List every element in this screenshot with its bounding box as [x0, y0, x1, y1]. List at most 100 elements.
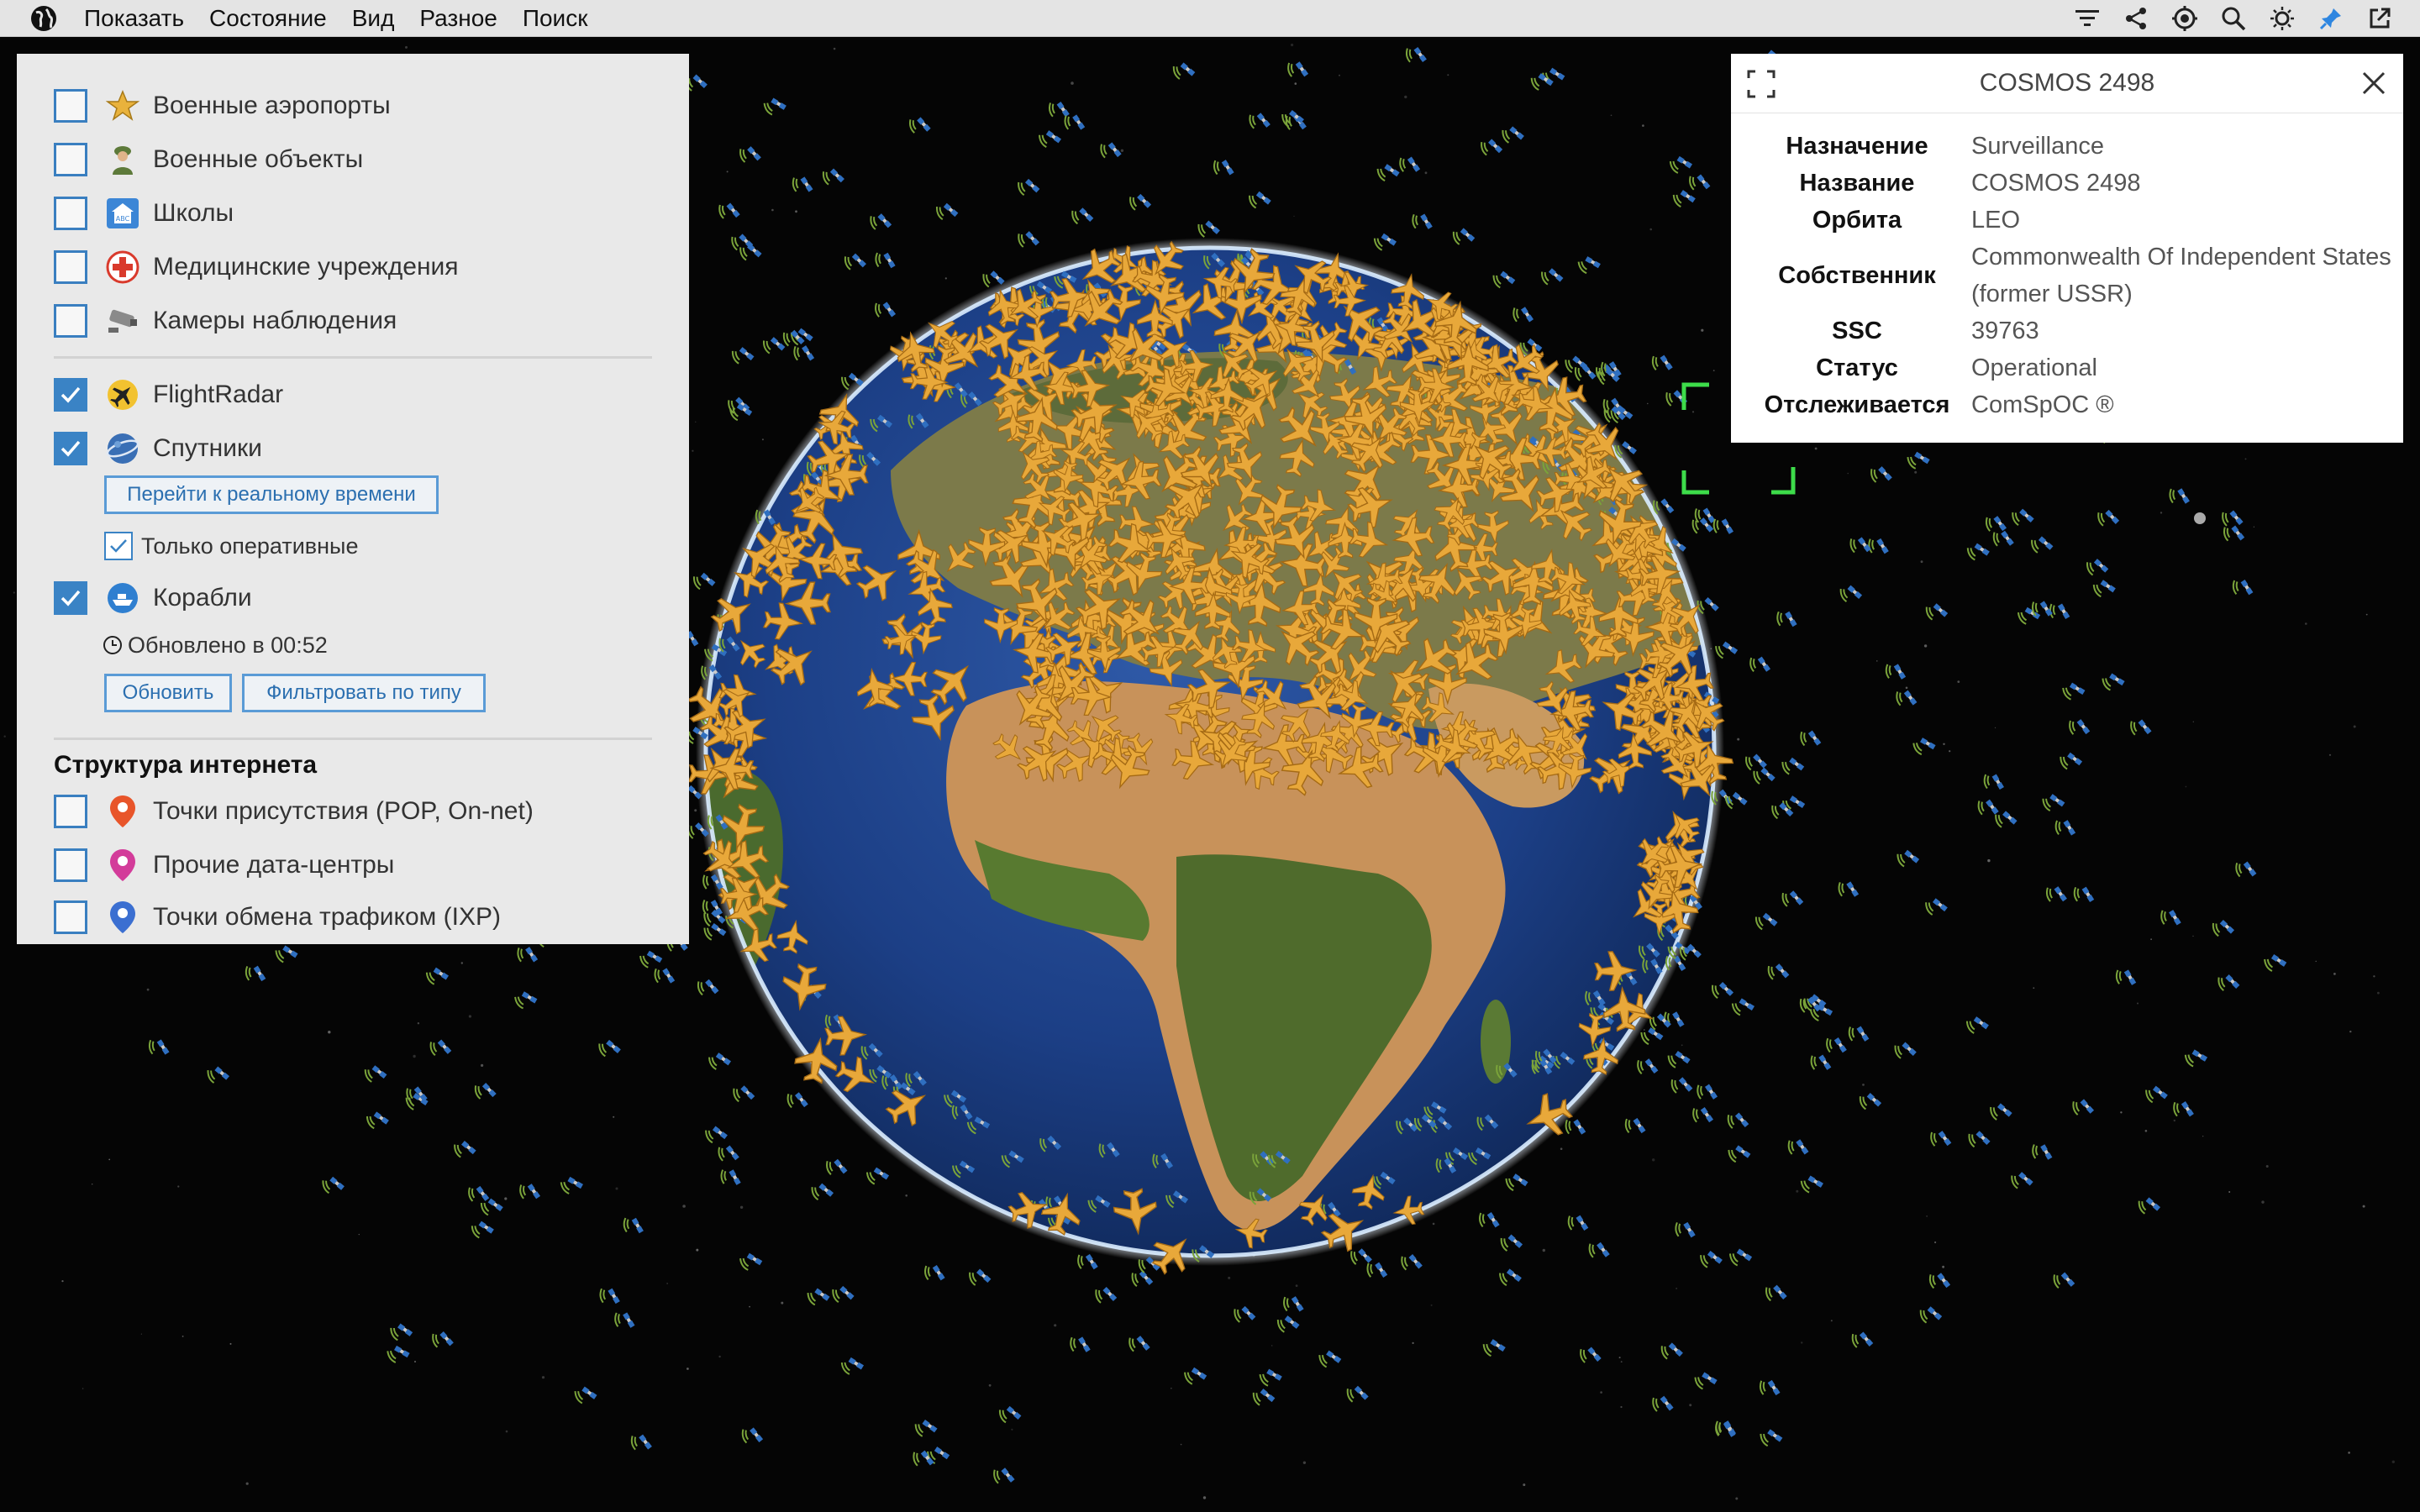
layer-checkbox[interactable] — [54, 197, 87, 230]
star — [1560, 1147, 1563, 1150]
layer-ships[interactable]: Корабли — [54, 578, 252, 618]
menu-state[interactable]: Состояние — [209, 5, 327, 32]
menu-search[interactable]: Поиск — [523, 5, 588, 32]
operational-only-checkbox[interactable] — [104, 532, 133, 560]
info-key: Назначение — [1786, 133, 1928, 160]
star — [1339, 74, 1340, 76]
filter-icon[interactable] — [2072, 3, 2102, 34]
star — [1862, 1084, 1865, 1086]
star — [988, 1383, 992, 1387]
updated-status: Обновлено в 00:52 — [103, 628, 328, 662]
star — [771, 208, 774, 212]
pin-icon[interactable] — [2316, 3, 2346, 34]
layer-checkbox[interactable] — [54, 89, 87, 123]
soldier-icon — [104, 141, 141, 178]
star — [2305, 622, 2307, 625]
star — [182, 1336, 184, 1337]
info-row: SSC 39763 — [1748, 312, 2391, 349]
layer-checkbox-checked[interactable] — [54, 432, 87, 465]
star — [1994, 727, 1996, 728]
star — [61, 1280, 64, 1283]
star — [481, 1063, 484, 1067]
filter-by-type-button[interactable]: Фильтровать по типу — [242, 674, 486, 712]
star — [1610, 114, 1612, 117]
layer-military-objects[interactable]: Военные объекты — [54, 139, 363, 180]
operational-only-option[interactable]: Только оперативные — [104, 526, 358, 566]
star — [2261, 1200, 2265, 1204]
star — [2349, 1030, 2352, 1033]
star — [2228, 1191, 2231, 1193]
star — [1942, 1265, 1945, 1268]
fullscreen-icon[interactable] — [1746, 69, 1776, 99]
star — [1054, 1324, 1057, 1327]
svg-text:ABC: ABC — [116, 215, 130, 223]
star — [2365, 613, 2368, 616]
star — [1796, 1189, 1799, 1193]
layer-checkbox[interactable] — [54, 795, 87, 828]
star — [726, 171, 729, 173]
star — [615, 1187, 618, 1190]
menu-misc[interactable]: Разное — [419, 5, 497, 32]
star — [358, 1233, 360, 1236]
layer-medical[interactable]: Медицинские учреждения — [54, 247, 459, 287]
layer-checkbox[interactable] — [54, 848, 87, 882]
star — [2144, 1130, 2148, 1132]
location-pin-icon — [104, 899, 141, 936]
star — [1712, 370, 1715, 371]
menu-show[interactable]: Показать — [84, 5, 184, 32]
info-title: COSMOS 2498 — [1979, 69, 2155, 97]
info-row: Отслеживается ComSpOC ® — [1748, 386, 2391, 423]
info-key: Название — [1799, 170, 1915, 197]
location-pin-icon — [104, 793, 141, 830]
star — [1801, 1341, 1803, 1344]
close-icon[interactable] — [2360, 69, 2388, 97]
layer-checkbox-checked[interactable] — [54, 378, 87, 412]
star — [1432, 1222, 1435, 1226]
star — [1701, 328, 1704, 332]
locate-icon[interactable] — [2170, 3, 2200, 34]
star — [692, 449, 694, 452]
star — [1120, 149, 1124, 152]
go-to-realtime-button[interactable]: Перейти к реальному времени — [104, 475, 439, 514]
star — [1847, 472, 1849, 475]
layer-schools[interactable]: ABC Школы — [54, 193, 234, 234]
layer-checkbox[interactable] — [54, 143, 87, 176]
star — [541, 1376, 545, 1379]
layer-checkbox[interactable] — [54, 900, 87, 934]
layer-flightradar[interactable]: FlightRadar — [54, 375, 283, 415]
layer-satellites[interactable]: Спутники — [54, 428, 262, 469]
layer-checkbox[interactable] — [54, 304, 87, 338]
info-key: Орбита — [1812, 207, 1902, 234]
layer-other-datacenters[interactable]: Прочие дата-центры — [54, 845, 394, 885]
layer-pop-points[interactable]: Точки присутствия (POP, On-net) — [54, 791, 534, 832]
layer-military-airports[interactable]: Военные аэропорты — [54, 86, 391, 126]
star — [1923, 644, 1928, 648]
star — [177, 1185, 180, 1188]
star — [1071, 81, 1074, 85]
star — [413, 1054, 416, 1058]
layer-checkbox[interactable] — [54, 250, 87, 284]
layer-label: Спутники — [153, 434, 262, 462]
star — [505, 1430, 508, 1433]
layer-checkbox-checked[interactable] — [54, 581, 87, 615]
star — [687, 1368, 689, 1370]
star — [1180, 1443, 1182, 1446]
refresh-button[interactable]: Обновить — [104, 674, 232, 712]
layer-cameras[interactable]: Камеры наблюдения — [54, 301, 397, 341]
globe-logo-icon[interactable] — [25, 0, 62, 37]
brightness-icon[interactable] — [2267, 3, 2297, 34]
star — [2315, 960, 2317, 963]
info-row: Орбита LEO — [1748, 202, 2391, 239]
star — [2333, 973, 2336, 975]
menu-view[interactable]: Вид — [352, 5, 395, 32]
star — [1689, 1404, 1692, 1407]
share-icon[interactable] — [2121, 3, 2151, 34]
layer-ixp[interactable]: Точки обмена трафиком (IXP) — [54, 897, 501, 937]
external-link-icon[interactable] — [2365, 3, 2395, 34]
star — [1957, 680, 1960, 683]
star — [1291, 43, 1294, 47]
star — [1814, 447, 1818, 450]
search-icon[interactable] — [2218, 3, 2249, 34]
star — [2377, 991, 2380, 995]
layers-panel: Военные аэропорты Военные объекты ABC Шк… — [17, 54, 689, 944]
